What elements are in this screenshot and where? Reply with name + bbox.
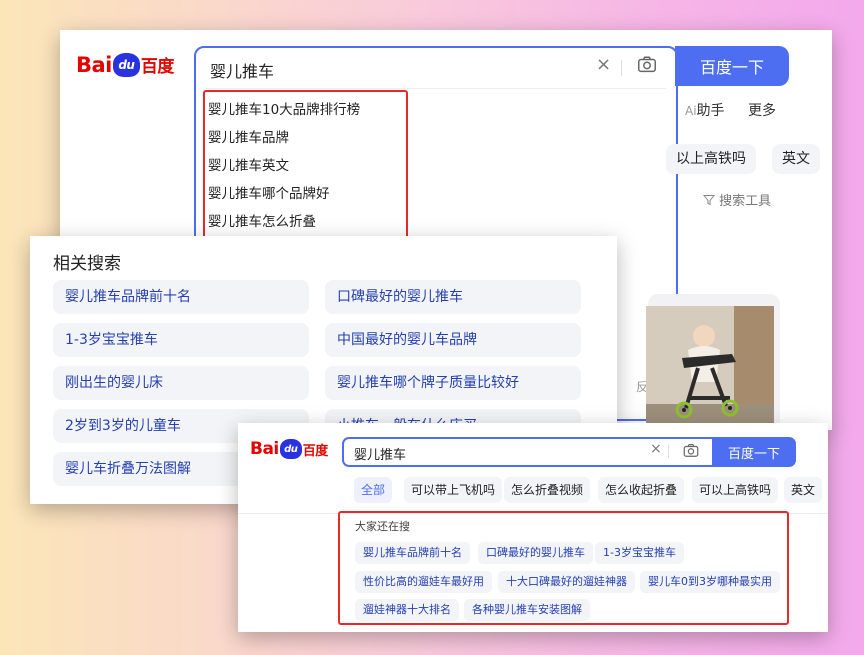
filter-tab[interactable]: 可以上高铁吗 — [692, 477, 779, 503]
baidu-logo[interactable]: Bai du 百度 — [250, 439, 328, 459]
camera-icon[interactable] — [636, 54, 658, 76]
search-button[interactable]: 百度一下 — [675, 46, 789, 86]
search-query-text[interactable]: 婴儿推车 — [354, 444, 406, 463]
camera-icon[interactable] — [682, 442, 700, 460]
baidu-logo[interactable]: Bai du 百度 — [76, 52, 174, 77]
related-search-item[interactable]: 婴儿推车品牌前十名 — [53, 280, 309, 314]
related-search-item[interactable]: 中国最好的婴儿车品牌 — [325, 323, 581, 357]
also-searched-item[interactable]: 婴儿车0到3岁哪种最实用 — [640, 571, 780, 593]
suggestion-highlight-box — [203, 90, 408, 244]
also-searched-item[interactable]: 婴儿推车品牌前十名 — [355, 542, 470, 564]
baidu-results-panel: Bai du 百度 婴儿推车 × 百度一下 全部 可以带上飞机吗 怎么折叠视频 怎么… — [238, 423, 828, 632]
filter-tab[interactable]: 可以带上飞机吗 — [404, 477, 503, 503]
related-chip[interactable]: 以上高铁吗 — [666, 144, 756, 174]
filter-tab[interactable]: 怎么折叠视频 — [504, 477, 591, 503]
related-search-item[interactable]: 口碑最好的婴儿推车 — [325, 280, 581, 314]
related-chip[interactable]: 英文 — [772, 144, 820, 174]
filter-icon — [702, 195, 716, 206]
also-searched-item[interactable]: 十大口碑最好的遛娃神器 — [498, 571, 635, 593]
clear-icon[interactable]: × — [596, 54, 611, 75]
also-searched-item[interactable]: 1-3岁宝宝推车 — [595, 542, 684, 564]
stroller-image — [646, 306, 774, 430]
search-tools-button[interactable]: 搜索工具 — [702, 190, 771, 209]
related-search-item[interactable]: 1-3岁宝宝推车 — [53, 323, 309, 357]
tab-all[interactable]: 全部 — [354, 477, 393, 503]
stroller-photo[interactable] — [646, 306, 774, 430]
search-query-text[interactable]: 婴儿推车 — [210, 58, 274, 82]
related-search-item[interactable]: 刚出生的婴儿床 — [53, 366, 309, 400]
related-searches-title: 相关搜索 — [53, 254, 121, 274]
also-searched-item[interactable]: 各种婴儿推车安装图解 — [464, 599, 590, 621]
suggestion-separator — [206, 88, 666, 89]
more-link[interactable]: 更多 — [748, 100, 776, 120]
search-button[interactable]: 百度一下 — [712, 437, 796, 467]
baidu-paw-icon: du — [112, 52, 140, 77]
ai-icon: Ai — [685, 104, 697, 118]
also-searched-item[interactable]: 性价比高的遛娃车最好用 — [355, 571, 492, 593]
clear-icon[interactable]: × — [650, 441, 662, 457]
search-input[interactable]: 婴儿推车 × — [342, 437, 713, 467]
also-searched-item[interactable]: 口碑最好的婴儿推车 — [478, 542, 593, 564]
filter-tab[interactable]: 英文 — [784, 477, 823, 503]
also-searched-title: 大家还在搜 — [355, 520, 410, 533]
divider — [621, 60, 622, 76]
ai-assistant-link[interactable]: Ai助手 — [685, 100, 725, 120]
also-searched-item[interactable]: 遛娃神器十大排名 — [355, 599, 459, 621]
filter-tab[interactable]: 怎么收起折叠 — [598, 477, 685, 503]
baidu-paw-icon: du — [279, 439, 302, 459]
divider — [668, 445, 669, 458]
related-search-item[interactable]: 婴儿推车哪个牌子质量比较好 — [325, 366, 581, 400]
